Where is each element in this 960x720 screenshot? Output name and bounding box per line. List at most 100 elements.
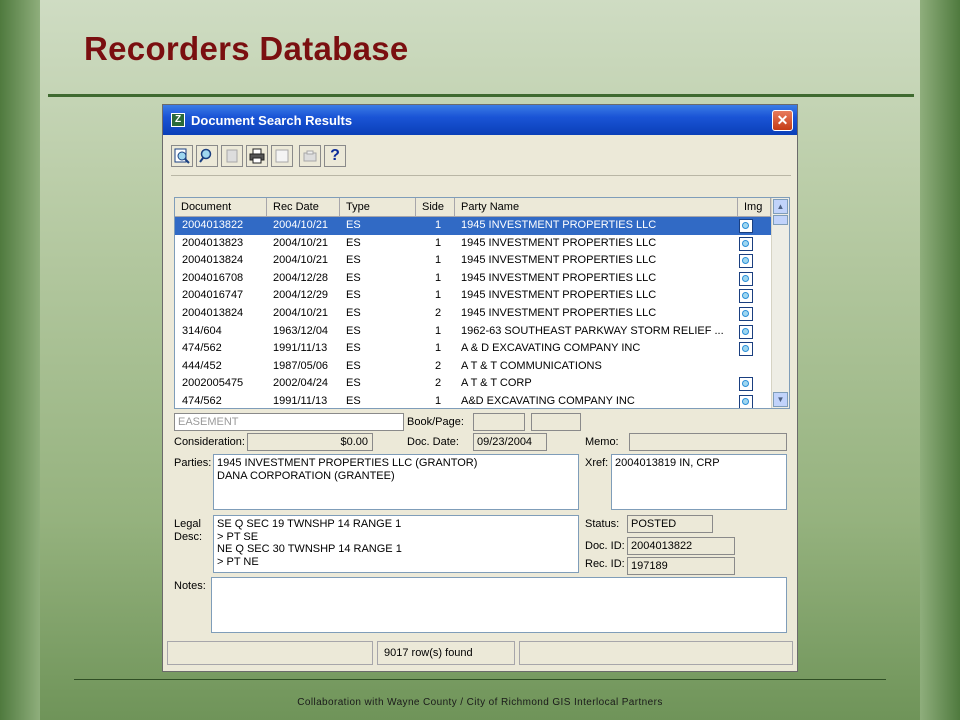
table-row[interactable]: 2004016708 2004/12/28 ES 1 1945 INVESTMENT P… (175, 270, 771, 288)
table-row[interactable]: 2004013822 2004/10/21 ES 1 1945 INVESTMENT P… (175, 217, 771, 235)
table-row[interactable]: 2002005475 2002/04/24 ES 2 A T & T CORP (175, 375, 771, 393)
scroll-down-button[interactable]: ▼ (773, 392, 788, 407)
results-grid[interactable]: Document Rec Date Type Side Party Name I… (174, 197, 790, 409)
table-row[interactable]: 474/562 1991/11/13 ES 1 A&D EXCAVATING COMPA… (175, 393, 771, 408)
legal-line: > PT SE (217, 530, 259, 543)
rec-date-cell: 1987/05/06 (273, 359, 329, 372)
party-line: 1945 INVESTMENT PROPERTIES LLC (GRANTOR) (217, 457, 478, 469)
page-field[interactable] (531, 413, 581, 431)
document-cell: 2004016708 (182, 271, 244, 284)
status-field[interactable]: POSTED (627, 515, 713, 533)
table-row[interactable]: 2004013823 2004/10/21 ES 1 1945 INVESTMENT P… (175, 235, 771, 253)
type-cell: ES (346, 289, 361, 302)
title-divider (48, 94, 914, 97)
desc-label: Desc: (174, 531, 203, 543)
legal-line: SE Q SEC 19 TWNSHP 14 RANGE 1 (217, 518, 402, 530)
rec-date-cell: 2004/10/21 (273, 254, 329, 267)
consideration-field[interactable]: $0.00 (247, 433, 373, 451)
image-view-icon[interactable] (739, 236, 753, 251)
side-cell: 1 (434, 324, 442, 337)
table-row[interactable]: 2004013824 2004/10/21 ES 2 1945 INVESTMENT P… (175, 305, 771, 323)
table-row[interactable]: 474/562 1991/11/13 ES 1 A & D EXCAVATING COM… (175, 340, 771, 358)
table-row[interactable]: 2004013824 2004/10/21 ES 1 1945 INVESTMENT P… (175, 252, 771, 270)
close-button[interactable]: ✕ (772, 110, 793, 131)
side-cell: 1 (434, 342, 442, 355)
image-view-icon[interactable] (739, 377, 753, 392)
table-row[interactable]: 444/452 1987/05/06 ES 2 A T & T COMMUNICATIO… (175, 358, 771, 376)
help-button[interactable]: ? (324, 145, 346, 167)
document-cell: 2004013823 (182, 236, 244, 249)
header-party-name[interactable]: Party Name (455, 198, 738, 216)
image-view-icon[interactable] (739, 342, 753, 357)
scanner-icon (303, 150, 317, 162)
rec-id-field[interactable]: 197189 (627, 557, 735, 575)
header-rec-date[interactable]: Rec Date (267, 198, 340, 216)
parties-label: Parties: (174, 457, 212, 469)
document-cell: 2004013824 (182, 254, 244, 267)
side-cell: 2 (434, 377, 442, 390)
document-cell: 2004013824 (182, 307, 244, 319)
party-name-cell: A T & T CORP (461, 377, 532, 390)
document-cell: 2004013822 (182, 219, 244, 231)
doc-date-field[interactable]: 09/23/2004 (473, 433, 547, 451)
blank-page-button[interactable] (271, 145, 293, 167)
party-name-cell: 1945 INVESTMENT PROPERTIES LLC (461, 271, 657, 284)
type-cell: ES (346, 219, 361, 231)
notes-box[interactable] (211, 577, 787, 633)
app-icon: Z (171, 113, 185, 127)
rec-date-cell: 2004/12/29 (273, 289, 329, 302)
notes-label: Notes: (174, 580, 206, 592)
header-document[interactable]: Document (175, 198, 267, 216)
image-view-icon[interactable] (739, 254, 753, 269)
document-button[interactable] (221, 145, 243, 167)
scanner-button[interactable] (299, 145, 321, 167)
table-row[interactable]: 2004016747 2004/12/29 ES 1 1945 INVESTMENT P… (175, 287, 771, 305)
type-cell: ES (346, 342, 361, 355)
legal-line: > PT NE (217, 555, 259, 568)
image-view-icon[interactable] (739, 307, 753, 321)
doc-id-field[interactable]: 2004013822 (627, 537, 735, 555)
window-title: Document Search Results (191, 113, 353, 128)
print-button[interactable] (246, 145, 268, 167)
doc-type-field[interactable]: EASEMENT (174, 413, 404, 431)
header-type[interactable]: Type (340, 198, 416, 216)
rows-found-status: 9017 row(s) found (377, 641, 515, 665)
image-view-icon[interactable] (739, 324, 753, 339)
table-row[interactable]: 314/604 1963/12/04 ES 1 1962-63 SOUTHEAST PA… (175, 323, 771, 341)
grid-scrollbar[interactable]: ▲ ▼ (771, 198, 789, 408)
image-view-icon[interactable] (739, 219, 753, 233)
party-name-cell: 1945 INVESTMENT PROPERTIES LLC (461, 289, 657, 302)
doc-date-label: Doc. Date: (407, 436, 459, 448)
book-field[interactable] (473, 413, 525, 431)
side-cell: 1 (434, 236, 442, 249)
search-icon (199, 148, 212, 163)
status-cell-empty (167, 641, 373, 665)
scroll-up-button[interactable]: ▲ (773, 199, 788, 214)
zoom-page-button[interactable] (171, 145, 193, 167)
party-name-cell: 1945 INVESTMENT PROPERTIES LLC (461, 219, 657, 231)
status-cell-empty (519, 641, 793, 665)
book-page-label: Book/Page: (407, 416, 464, 428)
legal-label: Legal (174, 518, 201, 530)
party-name-cell: 1945 INVESTMENT PROPERTIES LLC (461, 254, 657, 267)
side-cell: 2 (434, 359, 442, 372)
header-side[interactable]: Side (416, 198, 455, 216)
image-view-icon[interactable] (739, 289, 753, 304)
memo-field[interactable] (629, 433, 787, 451)
side-cell: 1 (434, 254, 442, 267)
header-img[interactable]: Img (738, 198, 771, 216)
document-cell: 474/562 (182, 395, 222, 407)
window-titlebar[interactable]: Z Document Search Results ✕ (163, 105, 797, 135)
xref-box[interactable]: 2004013819 IN, CRP (611, 454, 787, 510)
legal-desc-box[interactable]: SE Q SEC 19 TWNSHP 14 RANGE 1 > PT SE NE… (213, 515, 579, 573)
type-cell: ES (346, 271, 361, 284)
image-view-icon[interactable] (739, 395, 753, 408)
rec-date-cell: 1963/12/04 (273, 324, 329, 337)
parties-box[interactable]: 1945 INVESTMENT PROPERTIES LLC (GRANTOR)… (213, 454, 579, 510)
search-button[interactable] (196, 145, 218, 167)
type-cell: ES (346, 377, 361, 390)
side-cell: 2 (434, 307, 442, 319)
xref-label: Xref: (585, 457, 609, 469)
scroll-thumb[interactable] (773, 215, 788, 225)
image-view-icon[interactable] (739, 271, 753, 286)
